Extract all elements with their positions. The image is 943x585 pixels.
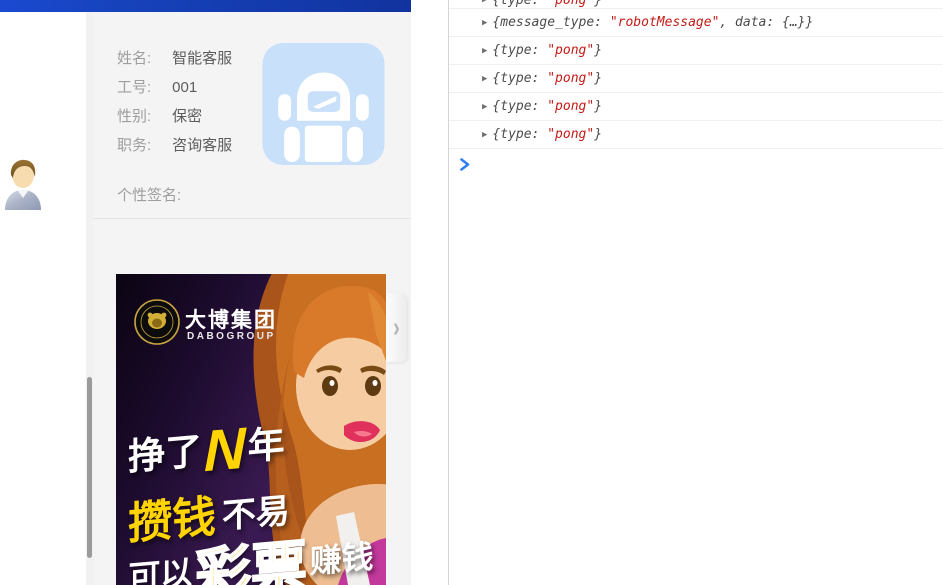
profile-row-gender: 性别: 保密: [117, 106, 202, 128]
chevron-right-icon: ›: [393, 314, 400, 342]
left-rail: [0, 12, 86, 585]
prompt-chevron-icon: [460, 158, 470, 171]
user-avatar-icon[interactable]: [3, 158, 43, 210]
field-value: 智能客服: [172, 50, 232, 67]
signature-label: 个性签名:: [117, 184, 181, 205]
ad-brand-name-en: DABOGROUP: [187, 331, 276, 342]
log-preview: {type: "pong"}: [492, 43, 602, 58]
console-log-row[interactable]: ▶ {type: "pong"}: [449, 65, 943, 93]
profile-row-role: 职务: 咨询客服: [117, 135, 232, 157]
expand-triangle-icon[interactable]: ▶: [482, 46, 487, 56]
expand-triangle-icon[interactable]: ▶: [482, 0, 487, 5]
ad-banner[interactable]: 大博集团 DABOGROUP 挣了N年 攒钱不易 可以彩票赚钱: [116, 274, 386, 585]
profile-row-id: 工号: 001: [117, 77, 197, 99]
agent-profile-card: 姓名: 智能客服 工号: 001 性别: 保密 职务: 咨询客服 个性签名:: [93, 12, 411, 218]
log-preview: {type: "pong"}: [492, 127, 602, 142]
console-log-row[interactable]: ▶ {type: "pong"}: [449, 37, 943, 65]
field-label: 姓名:: [117, 48, 163, 70]
screen: 姓名: 智能客服 工号: 001 性别: 保密 职务: 咨询客服 个性签名:: [0, 0, 943, 585]
expand-triangle-icon[interactable]: ▶: [482, 102, 487, 112]
field-label: 工号:: [117, 77, 163, 99]
devtools-console[interactable]: ▶ {type: "pong"} ▶ {message_type: "robot…: [448, 0, 943, 585]
profile-row-name: 姓名: 智能客服: [117, 48, 232, 70]
app-topbar: [0, 0, 411, 12]
carousel-next-button[interactable]: ›: [386, 293, 407, 362]
dabogroup-logo-icon: [134, 299, 180, 345]
customer-service-panel: 姓名: 智能客服 工号: 001 性别: 保密 职务: 咨询客服 个性签名:: [0, 0, 411, 585]
console-log-row[interactable]: ▶ {type: "pong"}: [449, 93, 943, 121]
expand-triangle-icon[interactable]: ▶: [482, 74, 487, 84]
robot-avatar-icon: [262, 43, 385, 165]
expand-triangle-icon[interactable]: ▶: [482, 18, 487, 28]
left-scrollbar-track[interactable]: [86, 12, 93, 585]
console-log-row[interactable]: ▶ {message_type: "robotMessage", data: {…: [449, 9, 943, 37]
field-label: 职务:: [117, 135, 163, 157]
console-log-row[interactable]: ▶ {type: "pong"}: [449, 121, 943, 149]
log-preview: {type: "pong"}: [492, 99, 602, 114]
field-label: 性别:: [117, 106, 163, 128]
field-value: 保密: [172, 108, 202, 125]
profile-panel: 姓名: 智能客服 工号: 001 性别: 保密 职务: 咨询客服 个性签名:: [93, 12, 411, 585]
log-preview: {message_type: "robotMessage", data: {…}…: [492, 15, 813, 30]
log-preview: {type: "pong"}: [492, 71, 602, 86]
console-log-row[interactable]: ▶ {type: "pong"}: [449, 0, 943, 9]
console-prompt[interactable]: [449, 149, 943, 179]
log-preview: {type: "pong"}: [492, 0, 602, 8]
ad-brand-name: 大博集团: [185, 304, 277, 334]
left-scrollbar-thumb[interactable]: [87, 377, 92, 558]
field-value: 001: [172, 79, 197, 96]
section-divider: [93, 218, 411, 219]
field-value: 咨询客服: [172, 137, 232, 154]
expand-triangle-icon[interactable]: ▶: [482, 130, 487, 140]
